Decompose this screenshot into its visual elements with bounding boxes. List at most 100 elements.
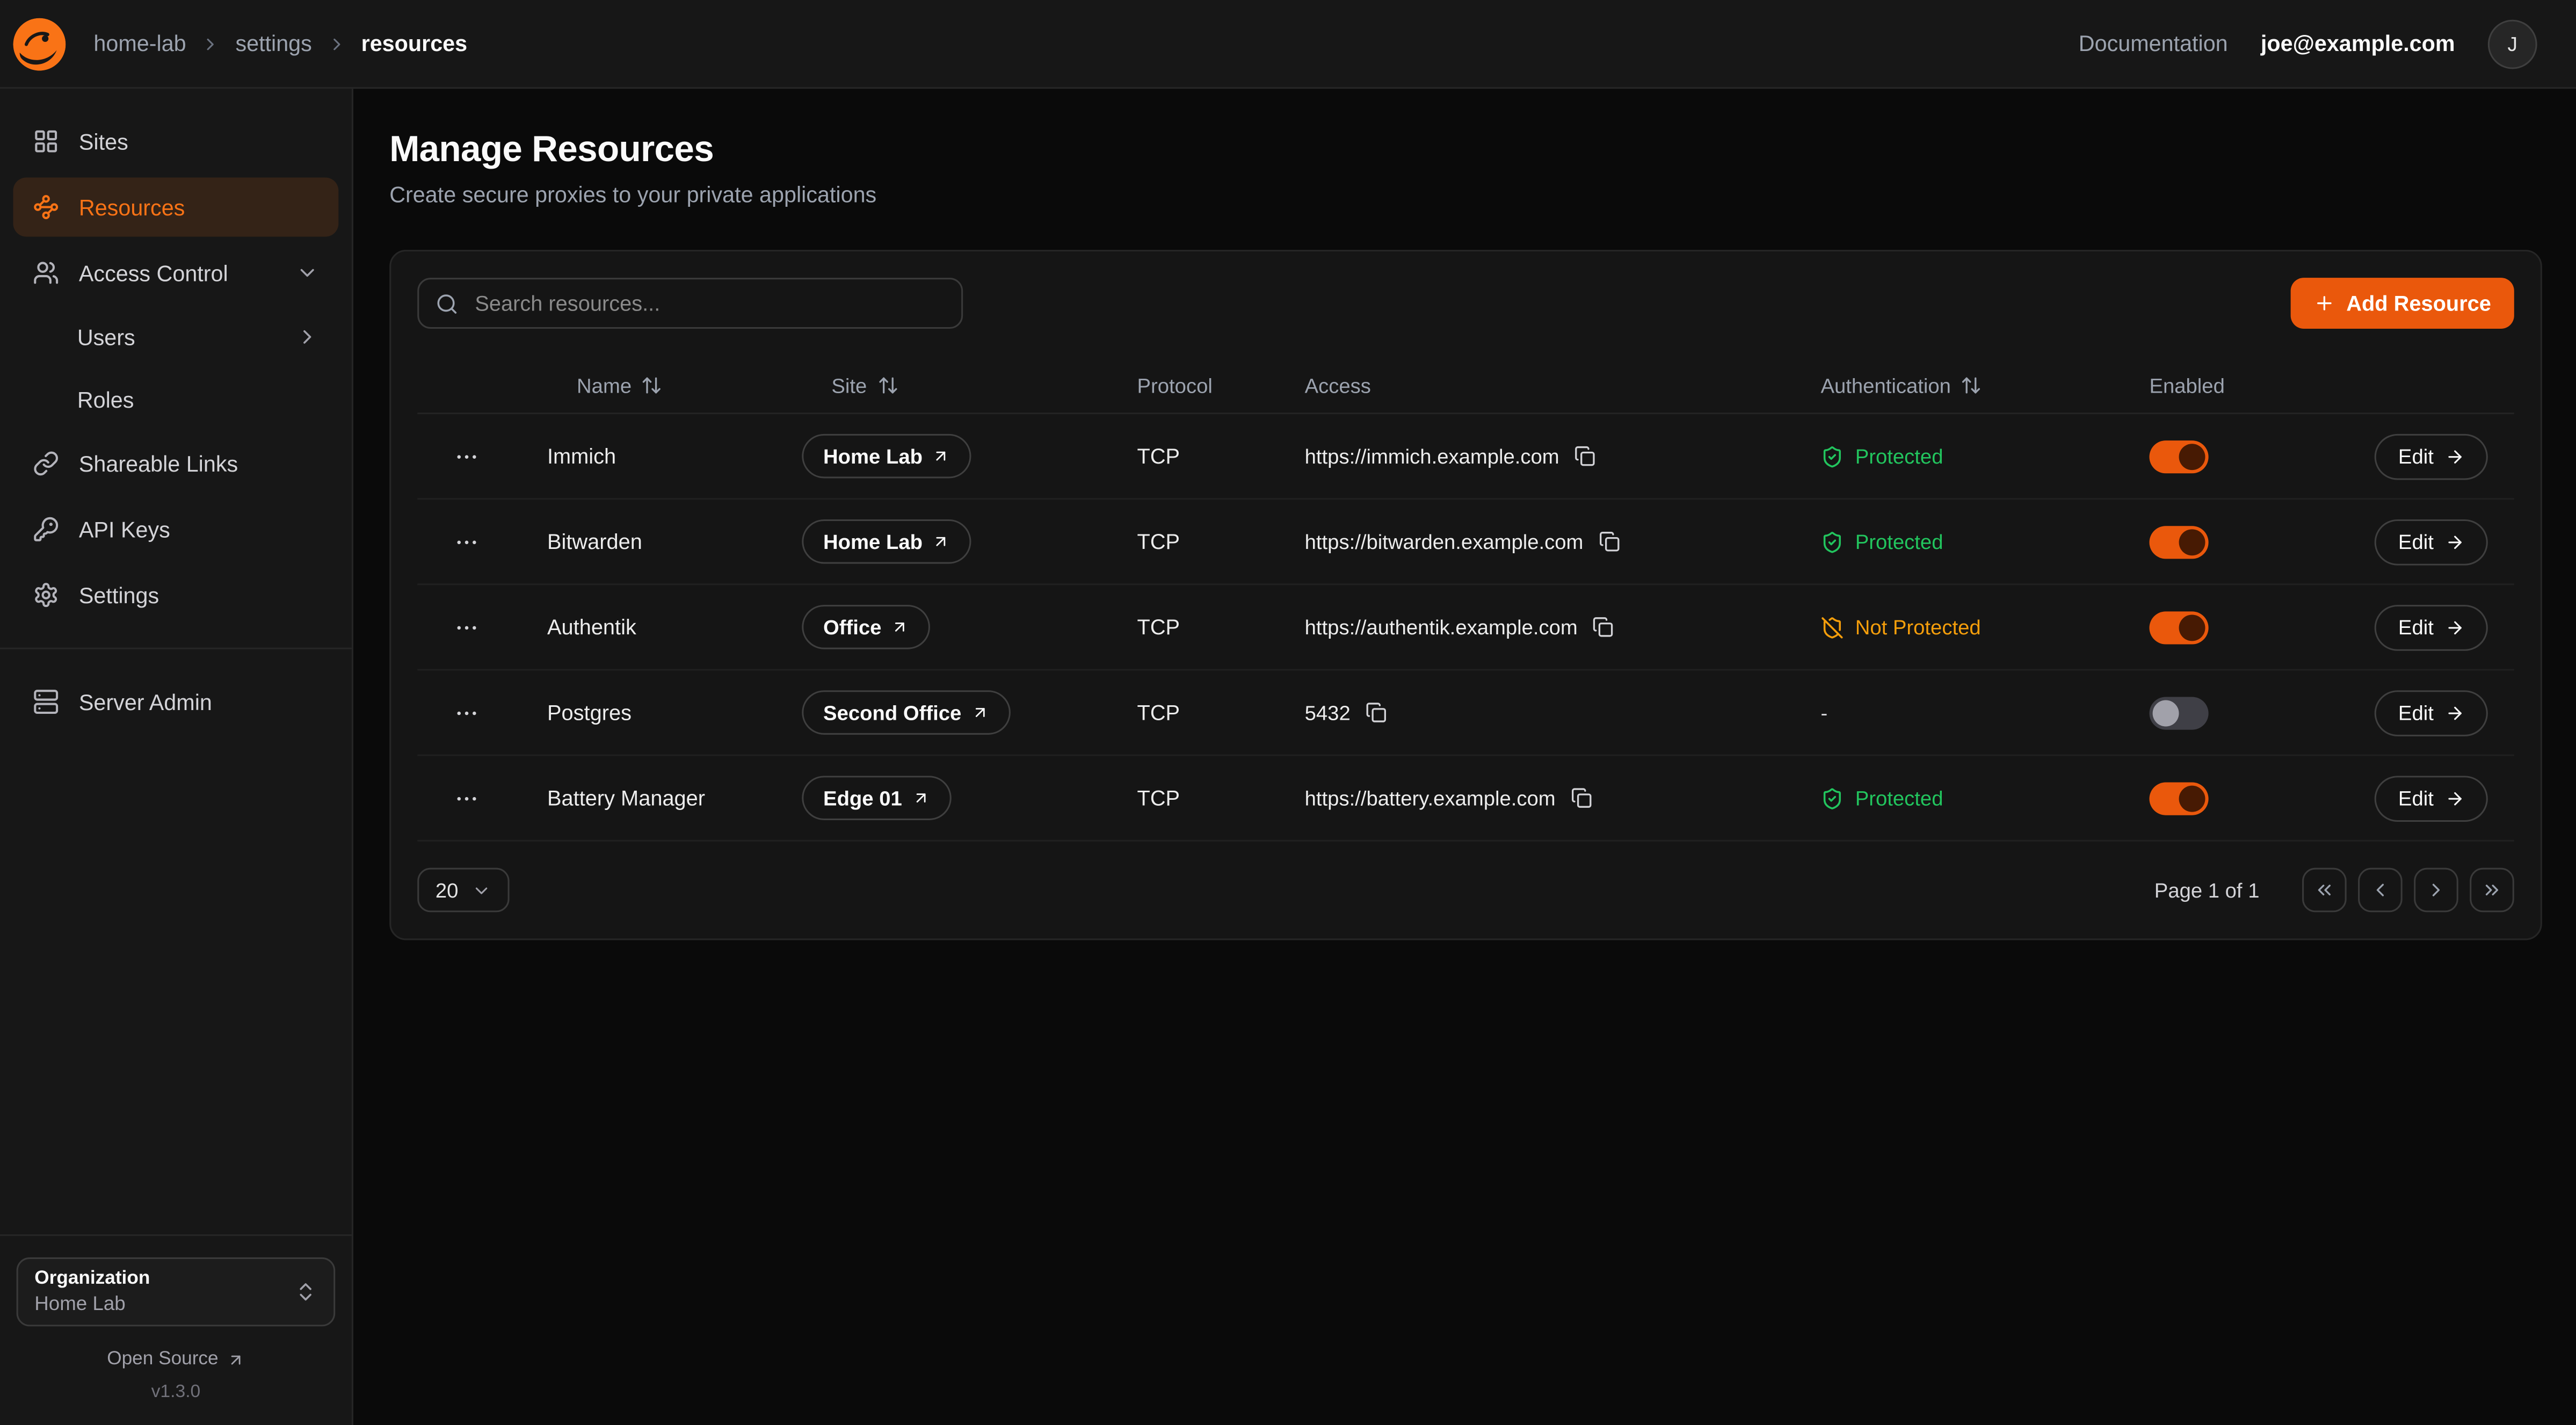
external-link-icon: [912, 789, 930, 807]
external-link-icon: [891, 618, 910, 636]
resources-toolbar: Add Resource: [417, 278, 2514, 329]
sidebar-item-label: Resources: [79, 195, 185, 220]
organization-selector[interactable]: Organization Home Lab: [17, 1257, 336, 1327]
app-version: v1.3.0: [17, 1382, 336, 1402]
copy-icon[interactable]: [1592, 617, 1614, 638]
server-icon: [33, 689, 59, 715]
page-size-select[interactable]: 20: [417, 868, 509, 913]
ellipsis-icon: [454, 529, 480, 555]
row-menu-button[interactable]: [454, 785, 480, 811]
table-row: Battery Manager Edge 01 TCP https://batt…: [417, 756, 2514, 842]
enabled-toggle[interactable]: [2149, 782, 2208, 814]
sites-grid-icon: [33, 128, 59, 155]
enabled-toggle[interactable]: [2149, 440, 2208, 473]
user-email: joe@example.com: [2261, 31, 2455, 56]
site-link-button[interactable]: Home Lab: [802, 434, 972, 479]
edit-button[interactable]: Edit: [2375, 433, 2488, 479]
external-link-icon: [227, 1350, 245, 1369]
search-icon: [436, 292, 459, 315]
sort-name-button[interactable]: Name: [577, 374, 663, 397]
sidebar-item-users[interactable]: Users: [13, 309, 338, 365]
edit-button[interactable]: Edit: [2375, 690, 2488, 736]
sidebar-item-settings[interactable]: Settings: [13, 566, 338, 625]
open-source-link[interactable]: Open Source: [17, 1349, 336, 1369]
access-url: https://authentik.example.com: [1305, 616, 1578, 639]
copy-icon[interactable]: [1570, 787, 1592, 809]
access-url: 5432: [1305, 701, 1351, 724]
table-row: Bitwarden Home Lab TCP https://bitwarden…: [417, 500, 2514, 585]
edit-button[interactable]: Edit: [2375, 518, 2488, 565]
chevron-down-icon: [296, 262, 319, 285]
documentation-link[interactable]: Documentation: [2079, 31, 2228, 56]
copy-icon[interactable]: [1574, 445, 1595, 467]
link-icon: [33, 450, 59, 476]
sidebar-item-label: Users: [77, 324, 135, 349]
shield-check-icon: [1820, 445, 1844, 468]
site-link-button[interactable]: Office: [802, 605, 931, 649]
external-link-icon: [971, 704, 990, 722]
enabled-toggle[interactable]: [2149, 696, 2208, 729]
last-page-button[interactable]: [2470, 868, 2514, 913]
enabled-toggle[interactable]: [2149, 525, 2208, 558]
toggle-knob: [2153, 699, 2179, 726]
sidebar-item-roles[interactable]: Roles: [13, 372, 338, 428]
row-menu-button[interactable]: [454, 443, 480, 469]
sidebar-item-api-keys[interactable]: API Keys: [13, 500, 338, 559]
chevrons-right-icon: [2481, 879, 2503, 901]
row-menu-button[interactable]: [454, 614, 480, 640]
chevron-left-icon: [2370, 879, 2391, 901]
chevrons-left-icon: [2313, 879, 2335, 901]
arrow-right-icon: [2445, 703, 2465, 722]
plus-icon: [2313, 293, 2335, 314]
breadcrumb-settings[interactable]: settings: [235, 31, 311, 56]
row-menu-button[interactable]: [454, 699, 480, 726]
sidebar-item-sites[interactable]: Sites: [13, 112, 338, 171]
sidebar-item-resources[interactable]: Resources: [13, 177, 338, 236]
sort-site-button[interactable]: Site: [831, 374, 898, 397]
previous-page-button[interactable]: [2358, 868, 2403, 913]
external-link-icon: [932, 532, 950, 551]
table-footer: 20 Page 1 of 1: [417, 868, 2514, 913]
resource-protocol: TCP: [1113, 614, 1280, 639]
breadcrumb: home-lab settings resources: [93, 31, 467, 56]
next-page-button[interactable]: [2414, 868, 2458, 913]
sidebar-item-server-admin[interactable]: Server Admin: [13, 672, 338, 732]
authentication-status: Protected: [1796, 786, 2125, 809]
ellipsis-icon: [454, 699, 480, 726]
arrow-right-icon: [2445, 617, 2465, 637]
ellipsis-icon: [454, 443, 480, 469]
access-column-header: Access: [1280, 374, 1796, 397]
chevron-down-icon: [471, 880, 491, 900]
sort-authentication-button[interactable]: Authentication: [1820, 374, 1982, 397]
avatar[interactable]: J: [2488, 19, 2537, 68]
authentication-status: -: [1796, 701, 2125, 724]
resource-name: Authentik: [523, 614, 777, 639]
key-icon: [33, 516, 59, 542]
site-link-button[interactable]: Edge 01: [802, 776, 951, 820]
sidebar-item-label: Sites: [79, 129, 128, 154]
external-link-icon: [932, 447, 950, 465]
enabled-toggle[interactable]: [2149, 611, 2208, 643]
chevron-right-icon: [296, 325, 319, 349]
row-menu-button[interactable]: [454, 529, 480, 555]
sidebar-item-access-control[interactable]: Access Control: [13, 243, 338, 302]
breadcrumb-org[interactable]: home-lab: [93, 31, 186, 56]
toggle-knob: [2179, 785, 2205, 811]
copy-icon[interactable]: [1598, 531, 1620, 552]
site-link-button[interactable]: Second Office: [802, 690, 1011, 735]
app-logo-icon[interactable]: [13, 17, 66, 70]
first-page-button[interactable]: [2302, 868, 2347, 913]
shield-check-icon: [1820, 786, 1844, 809]
search-input[interactable]: [471, 290, 945, 317]
protocol-column-header: Protocol: [1113, 374, 1280, 397]
sidebar-item-shareable-links[interactable]: Shareable Links: [13, 434, 338, 493]
edit-button[interactable]: Edit: [2375, 775, 2488, 821]
resource-protocol: TCP: [1113, 444, 1280, 468]
copy-icon[interactable]: [1365, 702, 1387, 724]
edit-button[interactable]: Edit: [2375, 604, 2488, 650]
toggle-knob: [2179, 443, 2205, 469]
resources-waypoints-icon: [33, 194, 59, 220]
add-resource-button[interactable]: Add Resource: [2290, 278, 2514, 329]
authentication-status: Protected: [1796, 445, 2125, 468]
site-link-button[interactable]: Home Lab: [802, 519, 972, 564]
